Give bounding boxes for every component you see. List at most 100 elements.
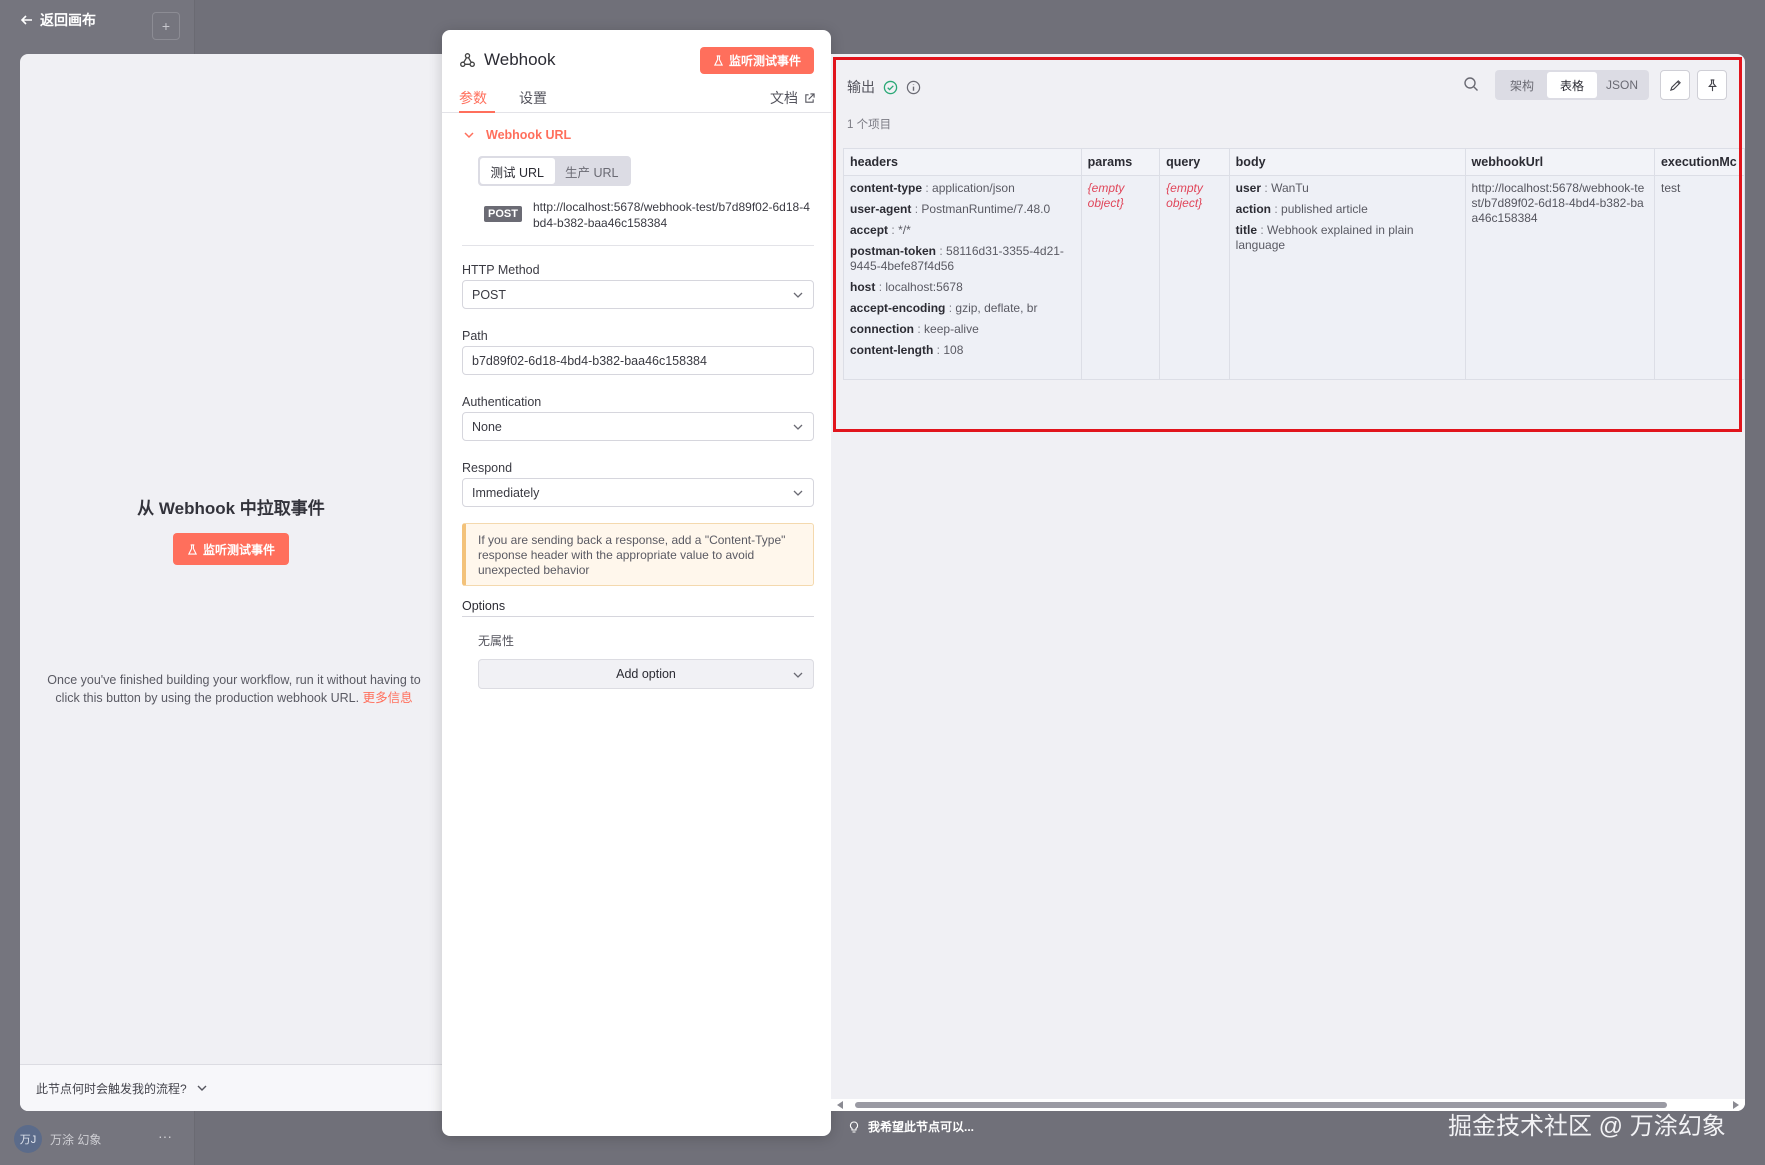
avatar: 万J — [14, 1125, 42, 1153]
more-info-link[interactable]: 更多信息 — [363, 691, 413, 705]
empty-object-value: {empty object} — [1087, 181, 1125, 210]
back-to-canvas-link[interactable]: 返回画布 — [20, 10, 96, 30]
kv-value: gzip, deflate, br — [955, 301, 1038, 315]
table-header-row: headers params query body webhookUrl exe… — [843, 148, 1745, 176]
path-input[interactable]: b7d89f02-6d18-4bd4-b382-baa46c158384 — [462, 346, 814, 375]
kv-key: title — [1235, 223, 1258, 237]
info-icon[interactable] — [906, 80, 921, 95]
respond-label: Respond — [462, 461, 513, 475]
input-help-text: Once you've finished building your workf… — [34, 671, 434, 707]
user-name: 万涂 幻象 — [50, 1132, 102, 1147]
chevron-down-icon — [793, 490, 803, 496]
respond-select[interactable]: Immediately — [462, 478, 814, 507]
view-json[interactable]: JSON — [1597, 72, 1647, 98]
user-profile[interactable]: 万J 万涂 幻象 — [14, 1125, 101, 1153]
kv-pair: title : Webhook explained in plain langu… — [1236, 223, 1459, 253]
webhook-url-section-title: Webhook URL — [486, 128, 572, 142]
more-icon[interactable]: ··· — [158, 1128, 172, 1144]
kv-key: content-length — [850, 343, 934, 357]
column-header: query — [1159, 148, 1230, 176]
flask-icon — [187, 543, 198, 555]
kv-key: accept — [850, 223, 889, 237]
search-icon[interactable] — [1463, 76, 1479, 92]
kv-separator: : — [1274, 202, 1278, 216]
input-panel: 从 Webhook 中拉取事件 监听测试事件 Once you've finis… — [20, 54, 442, 1111]
execution-mode-cell: test — [1653, 175, 1745, 380]
table-row: content-type : application/json user-age… — [843, 175, 1745, 380]
item-count: 1 个项目 — [847, 119, 892, 131]
docs-link[interactable]: 文档 — [770, 88, 815, 108]
add-button[interactable]: + — [152, 12, 180, 40]
webhook-url-text[interactable]: http://localhost:5678/webhook-test/b7d89… — [533, 199, 813, 231]
webhook-icon — [460, 52, 475, 67]
tab-settings[interactable]: 设置 — [519, 88, 547, 113]
edit-output-button[interactable] — [1660, 70, 1690, 100]
kv-key: postman-token — [850, 244, 937, 258]
column-header: params — [1080, 148, 1161, 176]
node-header: Webhook — [459, 50, 556, 70]
kv-value: localhost:5678 — [885, 280, 963, 294]
scroll-left-icon[interactable] — [837, 1101, 843, 1109]
watermark: 掘金技术社区 @ 万涂幻象 — [1448, 1113, 1726, 1140]
kv-separator: : — [891, 223, 895, 237]
no-properties-text: 无属性 — [478, 634, 515, 648]
node-name: Webhook — [484, 50, 556, 69]
column-header: body — [1228, 148, 1466, 176]
kv-key: user-agent — [850, 202, 912, 216]
kv-value: published article — [1281, 202, 1368, 216]
kv-value: keep-alive — [924, 322, 979, 336]
kv-key: accept-encoding — [850, 301, 946, 315]
kv-separator: : — [936, 343, 941, 357]
trigger-question[interactable]: 此节点何时会触发我的流程? — [20, 1064, 442, 1111]
production-url-option[interactable]: 生产 URL — [555, 158, 630, 184]
webhook-url-cell: http://localhost:5678/webhook-test/b7d89… — [1464, 175, 1655, 380]
lightbulb-icon — [849, 1120, 859, 1133]
path-label: Path — [462, 329, 488, 343]
docs-label: 文档 — [770, 90, 798, 106]
divider — [462, 616, 814, 617]
kv-key: host — [850, 280, 876, 294]
view-mode-toggle: 架构 表格 JSON — [1495, 70, 1649, 100]
scroll-right-icon[interactable] — [1733, 1101, 1739, 1109]
parameter-tabs: 参数 设置 文档 — [442, 82, 831, 113]
add-option-label: Add option — [616, 667, 676, 681]
listen-test-event-button[interactable]: 监听测试事件 — [699, 47, 814, 74]
column-header: webhookUrl — [1464, 148, 1655, 176]
test-url-option[interactable]: 测试 URL — [480, 158, 555, 184]
content-type-hint: If you are sending back a response, add … — [462, 523, 814, 586]
chevron-down-icon — [793, 292, 803, 298]
http-method-select[interactable]: POST — [462, 280, 814, 309]
view-table[interactable]: 表格 — [1547, 72, 1597, 98]
execution-mode-value: test — [1660, 181, 1681, 195]
chevron-down-icon — [793, 424, 803, 430]
kv-value: application/json — [932, 181, 1015, 195]
chevron-down-icon — [197, 1085, 207, 1091]
empty-object-value: {empty object} — [1166, 181, 1203, 210]
add-option-select[interactable]: Add option — [478, 659, 814, 689]
kv-value: WanTu — [1271, 181, 1309, 195]
column-header: headers — [843, 148, 1082, 176]
authentication-select[interactable]: None — [462, 412, 814, 441]
pin-data-button[interactable] — [1697, 70, 1727, 100]
feedback-link[interactable]: 我希望此节点可以... — [848, 1118, 974, 1135]
view-schema[interactable]: 架构 — [1497, 72, 1547, 98]
kv-pair: content-type : application/json — [850, 181, 1075, 196]
http-method-value: POST — [472, 287, 507, 302]
kv-value: */* — [898, 223, 911, 237]
kv-key: user — [1235, 181, 1262, 195]
divider — [462, 245, 814, 246]
webhook-url-section-toggle[interactable]: Webhook URL — [464, 128, 571, 142]
back-label: 返回画布 — [40, 12, 96, 28]
kv-separator: : — [948, 301, 953, 315]
http-method-label: HTTP Method — [462, 263, 540, 277]
arrow-left-icon — [20, 15, 32, 25]
output-title: 输出 — [847, 79, 875, 95]
body-cell: user : WanTu action : published article … — [1228, 175, 1466, 380]
tab-parameters[interactable]: 参数 — [459, 88, 495, 113]
webhook-url-value: http://localhost:5678/webhook-test/b7d89… — [1471, 181, 1645, 225]
kv-pair: user : WanTu — [1236, 181, 1459, 196]
listen-test-event-button[interactable]: 监听测试事件 — [172, 533, 289, 565]
column-header: executionMc — [1653, 148, 1745, 176]
query-cell: {empty object} — [1159, 175, 1230, 380]
kv-key: content-type — [850, 181, 922, 195]
